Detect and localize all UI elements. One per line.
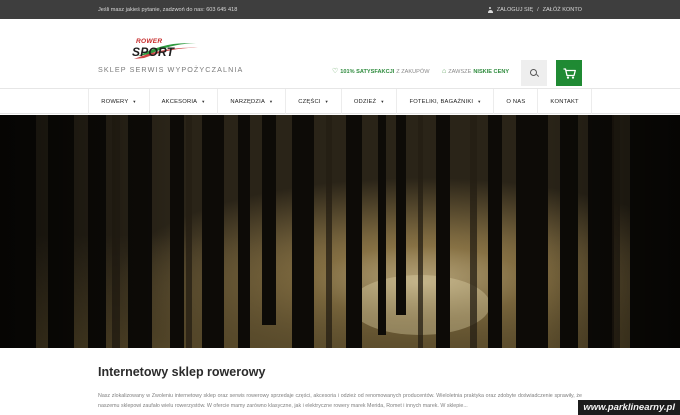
usp-low-prices-strong: NISKIE CENY (473, 68, 510, 75)
intro-paragraph: Nasz zlokalizowany w Zwoleniu internetow… (98, 393, 582, 409)
usp-satisfaction-strong: 101% SATYSFAKCJI (340, 68, 395, 75)
nav-item-6[interactable]: O NAS (494, 89, 539, 114)
account-links: ZALOGUJ SIĘ / ZAŁÓŻ KONTO (487, 6, 582, 13)
nav-item-label: KONTAKT (550, 98, 579, 105)
main-nav: ROWERY ▼ AKCESORIA ▼ NARZĘDZIA ▼ CZĘŚCI ▼ ODZIEŻ… (0, 89, 680, 114)
site-logo[interactable]: ROWER SPORT SKLEP SERWIS WYPOŻYCZALNIA (98, 35, 242, 77)
watermark: www.parklinearny.pl (578, 400, 680, 415)
nav-item-2[interactable]: NARZĘDZIA ▼ (218, 89, 287, 114)
nav-item-label: ODZIEŻ (353, 98, 377, 105)
search-icon (529, 68, 539, 78)
nav-item-0[interactable]: ROWERY ▼ (88, 89, 150, 114)
nav-item-label: O NAS (506, 98, 526, 105)
person-icon (487, 6, 493, 13)
usp-low-prices-text: ZAWSZE (448, 68, 472, 75)
nav-item-label: NARZĘDZIA (230, 98, 266, 105)
logo-tagline: SKLEP SERWIS WYPOŻYCZALNIA (98, 65, 244, 74)
usp-low-prices: ⌂ ZAWSZE NISKIE CENY (442, 68, 509, 75)
nav-item-7[interactable]: KONTAKT (538, 89, 592, 114)
hero-image (0, 115, 680, 348)
page-title: Internetowy sklep rowerowy (98, 365, 266, 379)
chevron-down-icon: ▼ (201, 99, 206, 104)
nav-item-4[interactable]: ODZIEŻ ▼ (342, 89, 398, 114)
search-button[interactable] (521, 60, 547, 86)
login-link[interactable]: ZALOGUJ SIĘ (497, 7, 533, 13)
nav-item-3[interactable]: CZĘŚCI ▼ (286, 89, 342, 114)
thumbs-up-icon: ♡ (332, 68, 339, 75)
logo-text-sport: SPORT (132, 45, 175, 59)
forest-image (0, 115, 680, 348)
chevron-down-icon: ▼ (477, 99, 482, 104)
register-link[interactable]: ZAŁÓŻ KONTO (543, 7, 582, 13)
nav-item-label: FOTELIKI, BAGAŻNIKI (409, 98, 474, 105)
chevron-down-icon: ▼ (380, 99, 385, 104)
contact-text: Jeśli masz jakieś pytanie, zadzwoń do na… (98, 6, 238, 13)
usp-satisfaction-text: Z ZAKUPÓW (396, 68, 430, 75)
chevron-down-icon: ▼ (324, 99, 329, 104)
site-header: ROWER SPORT SKLEP SERWIS WYPOŻYCZALNIA ♡… (0, 19, 680, 89)
logo-text-rower: ROWER (136, 38, 163, 45)
nav-item-5[interactable]: FOTELIKI, BAGAŻNIKI ▼ (397, 89, 495, 114)
cart-icon (563, 67, 576, 79)
chevron-down-icon: ▼ (269, 99, 274, 104)
tag-icon: ⌂ (442, 68, 447, 75)
nav-item-label: CZĘŚCI (298, 98, 321, 105)
top-bar: Jeśli masz jakieś pytanie, zadzwoń do na… (0, 0, 680, 19)
nav-item-label: ROWERY (101, 98, 129, 105)
page: Jeśli masz jakieś pytanie, zadzwoń do na… (0, 0, 680, 415)
nav-item-label: AKCESORIA (161, 98, 198, 105)
nav-item-1[interactable]: AKCESORIA ▼ (150, 89, 219, 114)
usp-satisfaction: ♡ 101% SATYSFAKCJI Z ZAKUPÓW (332, 68, 430, 75)
chevron-down-icon: ▼ (132, 99, 137, 104)
cart-button[interactable] (556, 60, 582, 86)
link-separator: / (537, 6, 539, 13)
